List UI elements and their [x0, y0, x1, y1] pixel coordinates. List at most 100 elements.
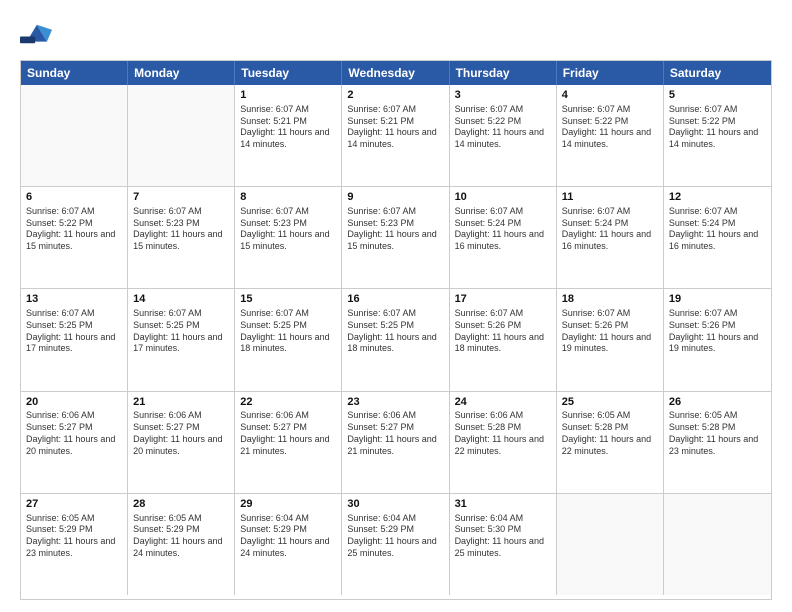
day-number: 2 — [347, 88, 443, 103]
cell-info: Sunrise: 6:06 AM Sunset: 5:27 PM Dayligh… — [26, 410, 122, 457]
day-number: 21 — [133, 395, 229, 410]
cell-info: Sunrise: 6:05 AM Sunset: 5:29 PM Dayligh… — [26, 513, 122, 560]
calendar-cell: 1Sunrise: 6:07 AM Sunset: 5:21 PM Daylig… — [235, 85, 342, 186]
day-number: 27 — [26, 497, 122, 512]
calendar-cell: 24Sunrise: 6:06 AM Sunset: 5:28 PM Dayli… — [450, 392, 557, 493]
cell-info: Sunrise: 6:07 AM Sunset: 5:21 PM Dayligh… — [347, 104, 443, 151]
calendar-week-5: 27Sunrise: 6:05 AM Sunset: 5:29 PM Dayli… — [21, 494, 771, 595]
cell-info: Sunrise: 6:05 AM Sunset: 5:28 PM Dayligh… — [669, 410, 766, 457]
cell-info: Sunrise: 6:04 AM Sunset: 5:30 PM Dayligh… — [455, 513, 551, 560]
cell-info: Sunrise: 6:07 AM Sunset: 5:25 PM Dayligh… — [347, 308, 443, 355]
calendar-week-3: 13Sunrise: 6:07 AM Sunset: 5:25 PM Dayli… — [21, 289, 771, 391]
cell-info: Sunrise: 6:07 AM Sunset: 5:23 PM Dayligh… — [133, 206, 229, 253]
calendar-cell: 21Sunrise: 6:06 AM Sunset: 5:27 PM Dayli… — [128, 392, 235, 493]
calendar-cell: 20Sunrise: 6:06 AM Sunset: 5:27 PM Dayli… — [21, 392, 128, 493]
calendar-cell: 31Sunrise: 6:04 AM Sunset: 5:30 PM Dayli… — [450, 494, 557, 595]
day-number: 1 — [240, 88, 336, 103]
cell-info: Sunrise: 6:07 AM Sunset: 5:22 PM Dayligh… — [455, 104, 551, 151]
day-number: 9 — [347, 190, 443, 205]
day-of-week-wednesday: Wednesday — [342, 61, 449, 85]
day-number: 22 — [240, 395, 336, 410]
cell-info: Sunrise: 6:07 AM Sunset: 5:22 PM Dayligh… — [26, 206, 122, 253]
cell-info: Sunrise: 6:06 AM Sunset: 5:27 PM Dayligh… — [240, 410, 336, 457]
calendar-cell: 2Sunrise: 6:07 AM Sunset: 5:21 PM Daylig… — [342, 85, 449, 186]
header — [20, 18, 772, 50]
day-number: 31 — [455, 497, 551, 512]
day-number: 11 — [562, 190, 658, 205]
calendar-cell: 29Sunrise: 6:04 AM Sunset: 5:29 PM Dayli… — [235, 494, 342, 595]
day-number: 13 — [26, 292, 122, 307]
cell-info: Sunrise: 6:07 AM Sunset: 5:24 PM Dayligh… — [669, 206, 766, 253]
logo-icon — [20, 18, 52, 50]
day-number: 15 — [240, 292, 336, 307]
day-number: 25 — [562, 395, 658, 410]
calendar-cell: 13Sunrise: 6:07 AM Sunset: 5:25 PM Dayli… — [21, 289, 128, 390]
calendar-cell: 26Sunrise: 6:05 AM Sunset: 5:28 PM Dayli… — [664, 392, 771, 493]
calendar-cell: 19Sunrise: 6:07 AM Sunset: 5:26 PM Dayli… — [664, 289, 771, 390]
cell-info: Sunrise: 6:04 AM Sunset: 5:29 PM Dayligh… — [347, 513, 443, 560]
day-number: 14 — [133, 292, 229, 307]
cell-info: Sunrise: 6:07 AM Sunset: 5:24 PM Dayligh… — [455, 206, 551, 253]
day-number: 16 — [347, 292, 443, 307]
cell-info: Sunrise: 6:07 AM Sunset: 5:22 PM Dayligh… — [669, 104, 766, 151]
day-of-week-friday: Friday — [557, 61, 664, 85]
cell-info: Sunrise: 6:06 AM Sunset: 5:27 PM Dayligh… — [347, 410, 443, 457]
day-of-week-monday: Monday — [128, 61, 235, 85]
calendar-body: 1Sunrise: 6:07 AM Sunset: 5:21 PM Daylig… — [21, 85, 771, 595]
calendar-cell: 11Sunrise: 6:07 AM Sunset: 5:24 PM Dayli… — [557, 187, 664, 288]
calendar-cell: 17Sunrise: 6:07 AM Sunset: 5:26 PM Dayli… — [450, 289, 557, 390]
cell-info: Sunrise: 6:07 AM Sunset: 5:26 PM Dayligh… — [669, 308, 766, 355]
day-of-week-sunday: Sunday — [21, 61, 128, 85]
day-number: 3 — [455, 88, 551, 103]
calendar: SundayMondayTuesdayWednesdayThursdayFrid… — [20, 60, 772, 600]
calendar-cell: 15Sunrise: 6:07 AM Sunset: 5:25 PM Dayli… — [235, 289, 342, 390]
cell-info: Sunrise: 6:06 AM Sunset: 5:27 PM Dayligh… — [133, 410, 229, 457]
day-number: 8 — [240, 190, 336, 205]
day-number: 26 — [669, 395, 766, 410]
calendar-cell: 3Sunrise: 6:07 AM Sunset: 5:22 PM Daylig… — [450, 85, 557, 186]
cell-info: Sunrise: 6:05 AM Sunset: 5:29 PM Dayligh… — [133, 513, 229, 560]
calendar-cell — [128, 85, 235, 186]
calendar-cell: 9Sunrise: 6:07 AM Sunset: 5:23 PM Daylig… — [342, 187, 449, 288]
calendar-cell: 14Sunrise: 6:07 AM Sunset: 5:25 PM Dayli… — [128, 289, 235, 390]
calendar-cell — [557, 494, 664, 595]
cell-info: Sunrise: 6:07 AM Sunset: 5:26 PM Dayligh… — [562, 308, 658, 355]
calendar-cell: 18Sunrise: 6:07 AM Sunset: 5:26 PM Dayli… — [557, 289, 664, 390]
calendar-cell: 30Sunrise: 6:04 AM Sunset: 5:29 PM Dayli… — [342, 494, 449, 595]
day-number: 23 — [347, 395, 443, 410]
calendar-cell: 7Sunrise: 6:07 AM Sunset: 5:23 PM Daylig… — [128, 187, 235, 288]
calendar-cell: 4Sunrise: 6:07 AM Sunset: 5:22 PM Daylig… — [557, 85, 664, 186]
cell-info: Sunrise: 6:07 AM Sunset: 5:21 PM Dayligh… — [240, 104, 336, 151]
cell-info: Sunrise: 6:04 AM Sunset: 5:29 PM Dayligh… — [240, 513, 336, 560]
cell-info: Sunrise: 6:06 AM Sunset: 5:28 PM Dayligh… — [455, 410, 551, 457]
cell-info: Sunrise: 6:07 AM Sunset: 5:25 PM Dayligh… — [133, 308, 229, 355]
cell-info: Sunrise: 6:05 AM Sunset: 5:28 PM Dayligh… — [562, 410, 658, 457]
day-number: 20 — [26, 395, 122, 410]
calendar-week-4: 20Sunrise: 6:06 AM Sunset: 5:27 PM Dayli… — [21, 392, 771, 494]
day-of-week-thursday: Thursday — [450, 61, 557, 85]
cell-info: Sunrise: 6:07 AM Sunset: 5:22 PM Dayligh… — [562, 104, 658, 151]
day-of-week-tuesday: Tuesday — [235, 61, 342, 85]
calendar-cell — [21, 85, 128, 186]
calendar-cell — [664, 494, 771, 595]
cell-info: Sunrise: 6:07 AM Sunset: 5:26 PM Dayligh… — [455, 308, 551, 355]
calendar-cell: 25Sunrise: 6:05 AM Sunset: 5:28 PM Dayli… — [557, 392, 664, 493]
calendar-cell: 23Sunrise: 6:06 AM Sunset: 5:27 PM Dayli… — [342, 392, 449, 493]
day-number: 5 — [669, 88, 766, 103]
page: SundayMondayTuesdayWednesdayThursdayFrid… — [0, 0, 792, 612]
calendar-cell: 10Sunrise: 6:07 AM Sunset: 5:24 PM Dayli… — [450, 187, 557, 288]
day-number: 4 — [562, 88, 658, 103]
calendar-cell: 22Sunrise: 6:06 AM Sunset: 5:27 PM Dayli… — [235, 392, 342, 493]
day-number: 6 — [26, 190, 122, 205]
day-number: 17 — [455, 292, 551, 307]
day-number: 30 — [347, 497, 443, 512]
day-number: 10 — [455, 190, 551, 205]
logo — [20, 18, 56, 50]
calendar-cell: 16Sunrise: 6:07 AM Sunset: 5:25 PM Dayli… — [342, 289, 449, 390]
day-number: 29 — [240, 497, 336, 512]
cell-info: Sunrise: 6:07 AM Sunset: 5:25 PM Dayligh… — [26, 308, 122, 355]
day-number: 28 — [133, 497, 229, 512]
day-number: 7 — [133, 190, 229, 205]
calendar-cell: 12Sunrise: 6:07 AM Sunset: 5:24 PM Dayli… — [664, 187, 771, 288]
calendar-week-1: 1Sunrise: 6:07 AM Sunset: 5:21 PM Daylig… — [21, 85, 771, 187]
